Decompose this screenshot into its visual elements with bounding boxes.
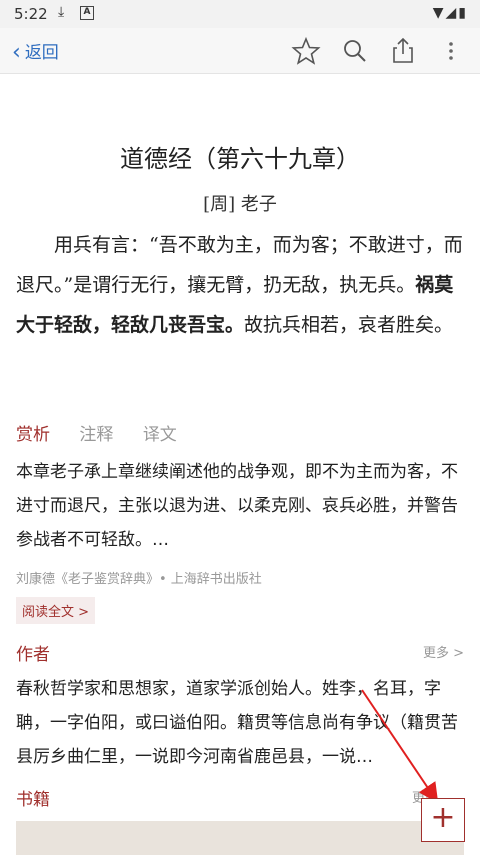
- top-nav-bar: ‹ 返回: [0, 28, 480, 74]
- tab-translation[interactable]: 译文: [143, 425, 177, 445]
- poem-text-a: 用兵有言：“吾不敢为主，而为客；不敢进寸，而退尺。”是谓行无行，攘无臂，扔无敌，…: [16, 234, 463, 296]
- wifi-icon: ▼: [432, 5, 446, 21]
- status-time: 5:22: [14, 5, 48, 23]
- books-section-title: 书籍: [16, 790, 50, 810]
- chevron-left-icon: ‹: [12, 40, 21, 65]
- back-label: 返回: [24, 43, 59, 63]
- status-bar: 5:22 ⤓ A ▼◢▮: [0, 0, 480, 28]
- poem-text: 用兵有言：“吾不敢为主，而为客；不敢进寸，而退尺。”是谓行无行，攘无臂，扔无敌，…: [16, 225, 464, 345]
- author-section-title: 作者: [16, 645, 50, 665]
- tab-appreciation[interactable]: 赏析: [16, 425, 50, 445]
- appreciation-text: 本章老子承上章继续阐述他的战争观，即不为主而为客，不进寸而退尺，主张以退为进、以…: [16, 462, 458, 550]
- add-floating-button[interactable]: +: [421, 798, 465, 842]
- appreciation-source: 刘康德《老子鉴赏辞典》• 上海辞书出版社: [16, 572, 262, 587]
- poem-title: 道德经（第六十九章）: [120, 145, 360, 173]
- content-tabs: 赏析 注释 译文: [16, 420, 201, 445]
- author-bio-text: 春秋哲学家和思想家，道家学派创始人。姓李，名耳，字聃，一字伯阳，或曰谥伯阳。籍贯…: [16, 679, 458, 767]
- notification-a-icon: A: [80, 6, 94, 20]
- battery-icon: ▮: [458, 5, 468, 21]
- more-vertical-icon[interactable]: [436, 36, 466, 66]
- status-right-icons: ▼◢▮: [433, 5, 468, 21]
- author-more-link[interactable]: 更多 >: [423, 642, 464, 661]
- poem-author: [周] 老子: [203, 194, 277, 215]
- signal-icon: ◢: [445, 5, 459, 21]
- share-icon[interactable]: [388, 36, 418, 66]
- download-icon: ⤓: [58, 4, 65, 20]
- back-button[interactable]: ‹ 返回: [12, 38, 59, 65]
- tab-notes[interactable]: 注释: [79, 425, 113, 445]
- poem-text-b: 故抗兵相若，哀者胜矣。: [244, 314, 454, 336]
- read-all-button[interactable]: 阅读全文 >: [16, 597, 96, 624]
- search-icon[interactable]: [340, 36, 370, 66]
- book-cover-strip[interactable]: [16, 821, 464, 855]
- star-icon[interactable]: [291, 36, 321, 66]
